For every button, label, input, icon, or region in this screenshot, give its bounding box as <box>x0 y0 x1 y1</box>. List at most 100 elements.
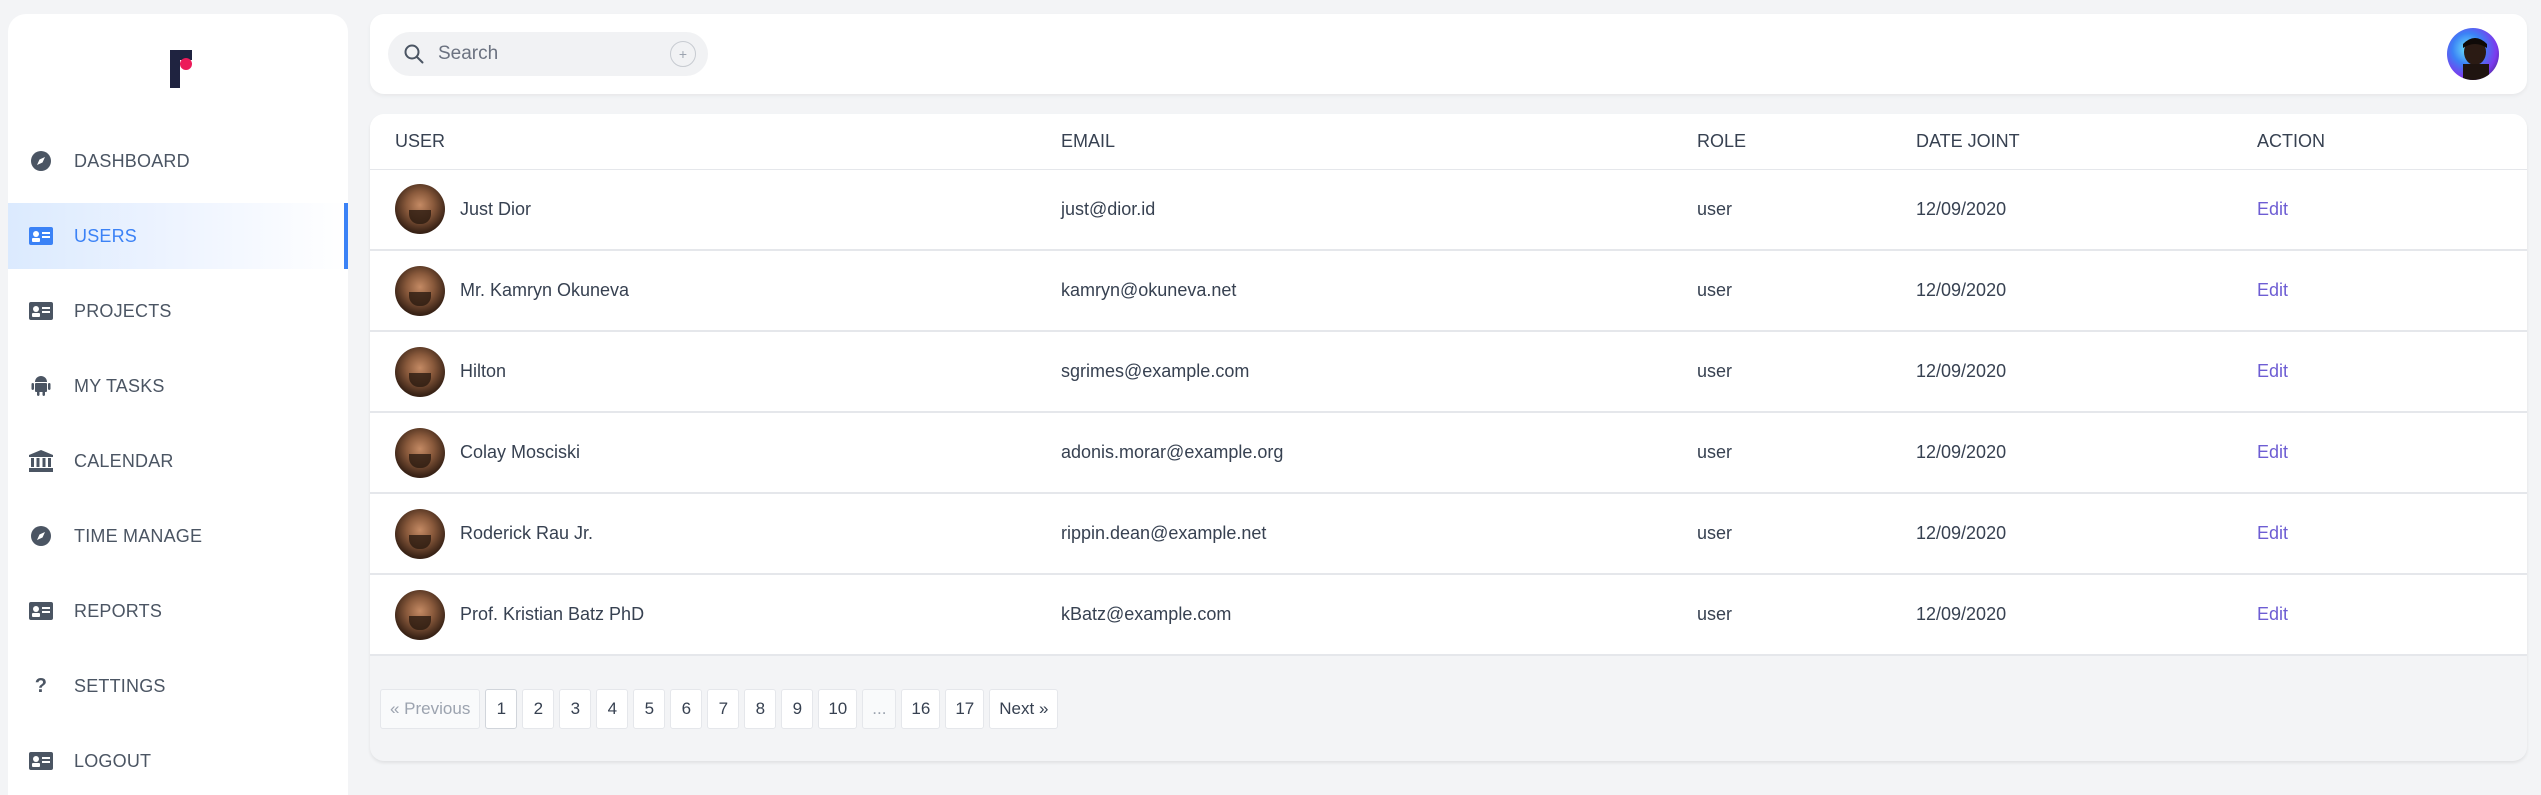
users-table-card: USER EMAIL ROLE DATE JOINT ACTION Just D… <box>370 114 2527 761</box>
user-name: Just Dior <box>460 198 532 219</box>
table-row: Just Dior just@dior.id user 12/09/2020 E… <box>370 169 2527 250</box>
sidebar-nav: DASHBOARD USERS PROJECTS MY TASKS CALEND… <box>8 128 348 795</box>
app-logo[interactable] <box>163 44 203 94</box>
sidebar-item-reports[interactable]: REPORTS <box>8 578 348 644</box>
id-card-icon <box>28 600 54 622</box>
search-icon <box>404 44 424 69</box>
user-email: adonis.morar@example.org <box>1061 442 1284 462</box>
id-card-icon <box>28 225 54 247</box>
sidebar-item-dashboard[interactable]: DASHBOARD <box>8 128 348 194</box>
edit-link[interactable]: Edit <box>2257 523 2288 543</box>
user-date-joined: 12/09/2020 <box>1916 280 2007 300</box>
user-cell: Mr. Kamryn Okuneva <box>370 250 1061 331</box>
action-cell: Edit <box>2257 331 2527 412</box>
sidebar-item-label: USERS <box>74 225 138 246</box>
user-email: sgrimes@example.com <box>1061 361 1250 381</box>
user-cell: Roderick Rau Jr. <box>370 493 1061 574</box>
user-email: just@dior.id <box>1061 198 1156 219</box>
search-bar: + <box>388 32 708 76</box>
pagination: « Previous 1 2 3 4 5 6 7 8 9 10 ... 16 1… <box>380 689 1063 729</box>
user-role: user <box>1697 361 1733 381</box>
pagination-ellipsis: ... <box>862 689 897 729</box>
top-header: + <box>370 14 2527 94</box>
table-row: Colay Mosciski adonis.morar@example.org … <box>370 412 2527 493</box>
sidebar-item-label: REPORTS <box>74 600 163 621</box>
sidebar: DASHBOARD USERS PROJECTS MY TASKS CALEND… <box>8 14 348 795</box>
user-name: Colay Mosciski <box>460 442 581 462</box>
user-role: user <box>1697 280 1733 300</box>
sidebar-item-time-manage[interactable]: TIME MANAGE <box>8 503 348 569</box>
action-cell: Edit <box>2257 169 2527 250</box>
previous-page-button[interactable]: « Previous <box>380 689 481 729</box>
sidebar-item-label: SETTINGS <box>74 675 166 696</box>
action-cell: Edit <box>2257 493 2527 574</box>
page-button-2[interactable]: 2 <box>522 689 555 729</box>
sidebar-item-my-tasks[interactable]: MY TASKS <box>8 353 348 419</box>
user-role: user <box>1697 442 1733 462</box>
page-button-7[interactable]: 7 <box>707 689 740 729</box>
user-date-joined: 12/09/2020 <box>1916 604 2007 624</box>
user-role: user <box>1697 523 1733 543</box>
user-date-joined: 12/09/2020 <box>1916 198 2007 219</box>
edit-link[interactable]: Edit <box>2257 199 2288 219</box>
edit-link[interactable]: Edit <box>2257 442 2288 462</box>
page-button-3[interactable]: 3 <box>559 689 592 729</box>
user-name: Mr. Kamryn Okuneva <box>460 280 630 300</box>
sidebar-item-settings[interactable]: ? SETTINGS <box>8 653 348 719</box>
search-input[interactable] <box>438 40 638 68</box>
avatar <box>395 346 445 397</box>
action-cell: Edit <box>2257 574 2527 655</box>
column-header-role: ROLE <box>1697 114 1916 170</box>
user-cell: Hilton <box>370 331 1061 412</box>
user-date-joined: 12/09/2020 <box>1916 523 2007 543</box>
avatar <box>395 427 445 478</box>
page-button-9[interactable]: 9 <box>781 689 814 729</box>
page-button-17[interactable]: 17 <box>945 689 985 729</box>
edit-link[interactable]: Edit <box>2257 361 2288 381</box>
id-card-icon <box>28 750 54 772</box>
page-button-16[interactable]: 16 <box>901 689 941 729</box>
user-email: kBatz@example.com <box>1061 604 1232 624</box>
user-cell: Prof. Kristian Batz PhD <box>370 574 1061 655</box>
user-name: Prof. Kristian Batz PhD <box>460 604 645 624</box>
bank-icon <box>28 450 54 472</box>
question-icon: ? <box>34 674 48 697</box>
user-email: kamryn@okuneva.net <box>1061 280 1237 300</box>
page-button-4[interactable]: 4 <box>596 689 629 729</box>
user-avatar[interactable] <box>2447 28 2499 80</box>
user-cell: Just Dior <box>370 169 1061 250</box>
user-role: user <box>1697 604 1733 624</box>
page-button-8[interactable]: 8 <box>744 689 777 729</box>
page-button-1[interactable]: 1 <box>485 689 518 729</box>
action-cell: Edit <box>2257 412 2527 493</box>
action-cell: Edit <box>2257 250 2527 331</box>
edit-link[interactable]: Edit <box>2257 280 2288 300</box>
avatar <box>395 589 445 640</box>
page-button-5[interactable]: 5 <box>633 689 666 729</box>
column-header-action: ACTION <box>2257 114 2527 170</box>
page-button-6[interactable]: 6 <box>670 689 703 729</box>
sidebar-item-label: DASHBOARD <box>74 150 190 171</box>
users-table: USER EMAIL ROLE DATE JOINT ACTION Just D… <box>370 114 2527 656</box>
avatar <box>395 508 445 559</box>
user-name: Roderick Rau Jr. <box>460 523 594 543</box>
sidebar-item-logout[interactable]: LOGOUT <box>8 728 348 794</box>
user-date-joined: 12/09/2020 <box>1916 442 2007 462</box>
user-cell: Colay Mosciski <box>370 412 1061 493</box>
column-header-user: USER <box>370 114 1061 170</box>
avatar <box>395 184 445 235</box>
sidebar-item-projects[interactable]: PROJECTS <box>8 278 348 344</box>
sidebar-item-label: MY TASKS <box>74 375 165 396</box>
edit-link[interactable]: Edit <box>2257 604 2288 624</box>
search-add-button[interactable]: + <box>670 41 696 67</box>
user-date-joined: 12/09/2020 <box>1916 361 2007 381</box>
user-name: Hilton <box>460 361 507 381</box>
table-header-row: USER EMAIL ROLE DATE JOINT ACTION <box>370 114 2527 170</box>
page-button-10[interactable]: 10 <box>818 689 858 729</box>
compass-icon <box>28 150 54 172</box>
sidebar-item-users[interactable]: USERS <box>8 203 348 269</box>
table-row: Hilton sgrimes@example.com user 12/09/20… <box>370 331 2527 412</box>
sidebar-item-calendar[interactable]: CALENDAR <box>8 428 348 494</box>
next-page-button[interactable]: Next » <box>989 689 1059 729</box>
column-header-email: EMAIL <box>1061 114 1697 170</box>
